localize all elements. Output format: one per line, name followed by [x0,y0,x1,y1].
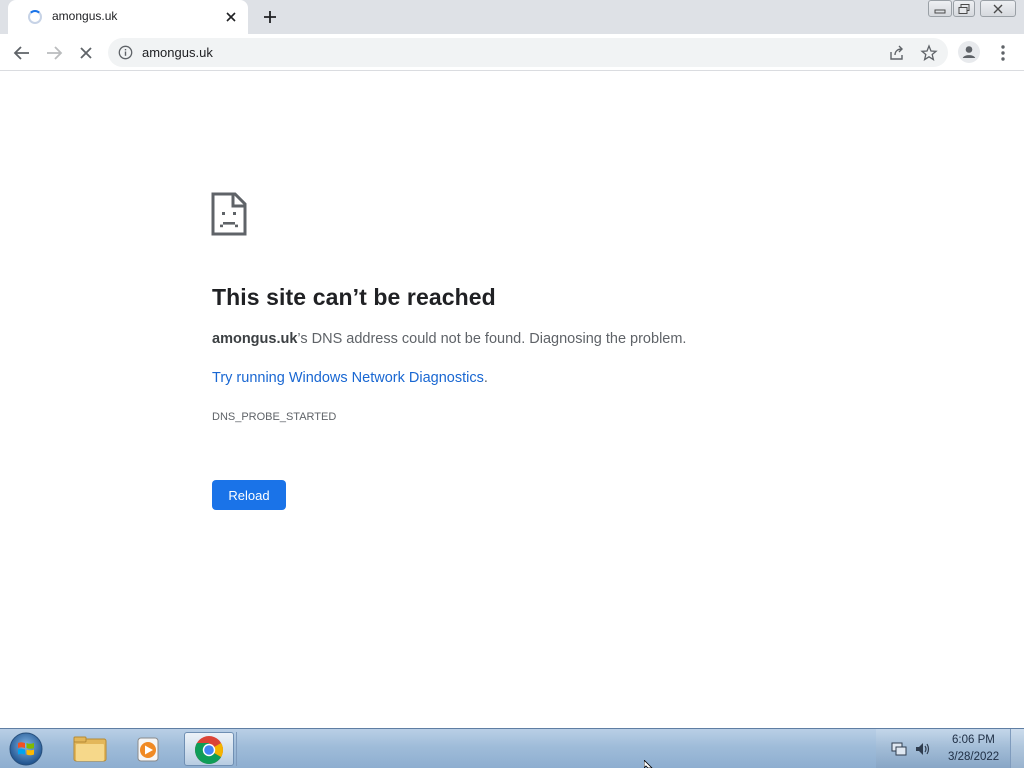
diagnostics-line: Try running Windows Network Diagnostics. [212,370,488,386]
star-icon[interactable] [920,44,938,62]
error-description-text: ’s DNS address could not be found. Diagn… [297,331,687,347]
minimize-button[interactable] [928,0,952,17]
close-window-button[interactable] [980,0,1016,17]
clock-time[interactable]: 6:06 PM [952,734,995,746]
plus-icon[interactable] [260,7,280,27]
kebab-menu-icon[interactable] [992,42,1014,64]
page-content: This site can’t be reached amongus.uk’s … [0,71,1024,728]
close-icon[interactable] [222,8,240,26]
arrow-left-icon[interactable] [11,42,33,64]
taskbar-separator [236,732,240,766]
loading-spinner-icon [28,10,42,24]
taskbar-chrome[interactable] [184,732,234,766]
folder-icon [73,736,107,762]
windows-start-orb-icon[interactable] [6,731,46,767]
error-title: This site can’t be reached [212,284,496,310]
info-icon[interactable] [118,45,133,60]
mouse-cursor-icon [644,760,653,768]
browser-toolbar: amongus.uk [0,34,1024,71]
restore-button[interactable] [953,0,975,17]
tab-strip: amongus.uk [0,0,1024,34]
error-host: amongus.uk [212,331,298,347]
person-icon [959,42,979,62]
minimize-icon [934,9,946,13]
address-bar[interactable]: amongus.uk [108,38,948,67]
chrome-icon [195,736,223,764]
share-icon[interactable] [888,44,906,62]
diagnostics-link-suffix: . [483,370,488,386]
arrow-right-icon[interactable] [43,42,65,64]
restore-icon [958,3,970,14]
sad-document-icon [211,192,247,236]
taskbar: 6:06 PM 3/28/2022 [0,728,1024,768]
tab-amongus[interactable]: amongus.uk [8,0,248,34]
clock-date[interactable]: 3/28/2022 [948,751,999,763]
show-desktop-button[interactable] [1010,729,1024,768]
reload-button[interactable]: Reload [212,480,286,510]
taskbar-explorer[interactable] [64,732,114,766]
taskbar-media-player[interactable] [124,732,174,766]
volume-icon[interactable] [914,741,932,757]
url-text[interactable]: amongus.uk [142,45,213,60]
tab-title: amongus.uk [52,9,118,23]
close-icon [993,4,1003,13]
x-icon[interactable] [75,42,97,64]
network-icon[interactable] [890,741,908,757]
error-description: amongus.uk’s DNS address could not be fo… [212,331,686,347]
media-player-icon [137,737,159,762]
profile-button[interactable] [958,41,980,63]
diagnostics-link[interactable]: Try running Windows Network Diagnostics [212,370,484,386]
error-code: DNS_PROBE_STARTED [212,411,337,423]
